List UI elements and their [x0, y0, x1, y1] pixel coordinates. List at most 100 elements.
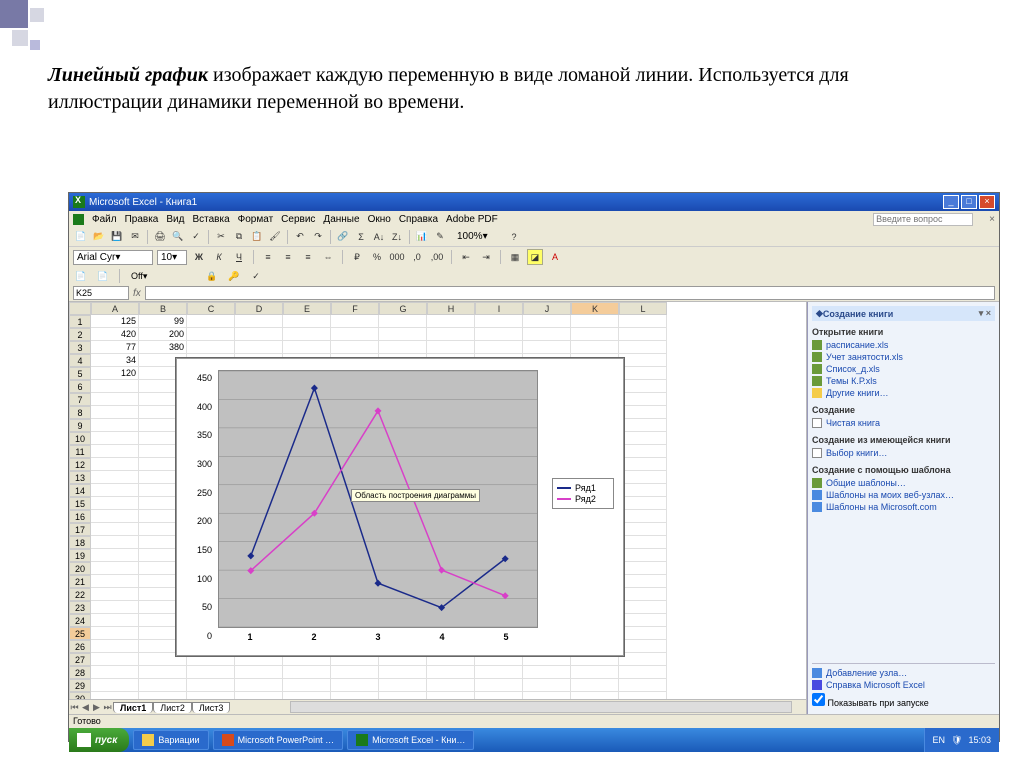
- cell-A3[interactable]: 77: [91, 341, 139, 354]
- cut-icon[interactable]: ✂: [213, 229, 229, 245]
- row-header-19[interactable]: 19: [69, 549, 91, 562]
- cell-I1[interactable]: [475, 315, 523, 328]
- cell-H29[interactable]: [427, 679, 475, 692]
- row-header-13[interactable]: 13: [69, 471, 91, 484]
- mail-icon[interactable]: ✉: [127, 229, 143, 245]
- row-header-23[interactable]: 23: [69, 601, 91, 614]
- cell-D3[interactable]: [235, 341, 283, 354]
- add-network-place[interactable]: Добавление узла…: [812, 667, 995, 679]
- preview-icon[interactable]: 🔍: [170, 229, 186, 245]
- cell-L11[interactable]: [619, 445, 667, 458]
- cell-E3[interactable]: [283, 341, 331, 354]
- cell-L15[interactable]: [619, 497, 667, 510]
- cell-L2[interactable]: [619, 328, 667, 341]
- save-icon[interactable]: 💾: [109, 229, 125, 245]
- cell-C3[interactable]: [187, 341, 235, 354]
- font-color-icon[interactable]: A: [547, 249, 563, 265]
- cell-F29[interactable]: [331, 679, 379, 692]
- cell-I29[interactable]: [475, 679, 523, 692]
- col-header-F[interactable]: F: [331, 302, 379, 315]
- cell-L10[interactable]: [619, 432, 667, 445]
- paste-icon[interactable]: 📋: [249, 229, 265, 245]
- cell-H1[interactable]: [427, 315, 475, 328]
- indent-dec-icon[interactable]: ⇤: [458, 249, 474, 265]
- row-header-11[interactable]: 11: [69, 445, 91, 458]
- menu-file[interactable]: Файл: [92, 214, 117, 225]
- dec-decimal-icon[interactable]: ,00: [429, 249, 445, 265]
- menu-format[interactable]: Формат: [238, 214, 274, 225]
- key-icon[interactable]: 🔑: [226, 268, 242, 284]
- inc-decimal-icon[interactable]: ,0: [409, 249, 425, 265]
- clock[interactable]: 15:03: [968, 735, 991, 745]
- cell-K28[interactable]: [571, 666, 619, 679]
- sheet-tab-3[interactable]: Лист3: [192, 702, 231, 713]
- align-right-icon[interactable]: ≡: [300, 249, 316, 265]
- taskbar-item-1[interactable]: Вариации: [133, 730, 208, 750]
- cell-G1[interactable]: [379, 315, 427, 328]
- cell-A24[interactable]: [91, 614, 139, 627]
- zoom-combo[interactable]: 100% ▾: [454, 231, 504, 242]
- cell-A10[interactable]: [91, 432, 139, 445]
- menu-edit[interactable]: Правка: [125, 214, 159, 225]
- cell-B3[interactable]: 380: [139, 341, 187, 354]
- chart-legend[interactable]: Ряд1 Ряд2: [552, 478, 614, 509]
- cell-K1[interactable]: [571, 315, 619, 328]
- row-header-28[interactable]: 28: [69, 666, 91, 679]
- indent-inc-icon[interactable]: ⇥: [478, 249, 494, 265]
- menu-insert[interactable]: Вставка: [192, 214, 229, 225]
- cell-I28[interactable]: [475, 666, 523, 679]
- col-header-G[interactable]: G: [379, 302, 427, 315]
- bold-button[interactable]: Ж: [191, 249, 207, 265]
- cell-A11[interactable]: [91, 445, 139, 458]
- row-header-17[interactable]: 17: [69, 523, 91, 536]
- row-header-24[interactable]: 24: [69, 614, 91, 627]
- template-websites[interactable]: Шаблоны на моих веб-узлах…: [812, 489, 995, 501]
- drawing-icon[interactable]: ✎: [432, 229, 448, 245]
- menu-tools[interactable]: Сервис: [281, 214, 315, 225]
- cell-A28[interactable]: [91, 666, 139, 679]
- cell-A22[interactable]: [91, 588, 139, 601]
- show-at-startup-checkbox[interactable]: [812, 693, 825, 706]
- excel-help[interactable]: Справка Microsoft Excel: [812, 679, 995, 691]
- row-header-20[interactable]: 20: [69, 562, 91, 575]
- system-tray[interactable]: EN 🛡 15:03: [924, 728, 999, 752]
- cell-L5[interactable]: [619, 367, 667, 380]
- cell-A16[interactable]: [91, 510, 139, 523]
- h-scrollbar[interactable]: [290, 701, 792, 713]
- stamp-icon[interactable]: ✓: [248, 268, 264, 284]
- cell-A6[interactable]: [91, 380, 139, 393]
- cell-C2[interactable]: [187, 328, 235, 341]
- row-header-1[interactable]: 1: [69, 315, 91, 328]
- row-header-29[interactable]: 29: [69, 679, 91, 692]
- row-header-21[interactable]: 21: [69, 575, 91, 588]
- align-left-icon[interactable]: ≡: [260, 249, 276, 265]
- cell-L1[interactable]: [619, 315, 667, 328]
- spreadsheet[interactable]: ABCDEFGHIJKL1125992420200377380434512067…: [69, 302, 807, 714]
- cell-A23[interactable]: [91, 601, 139, 614]
- cell-L9[interactable]: [619, 419, 667, 432]
- cell-J2[interactable]: [523, 328, 571, 341]
- cell-B28[interactable]: [139, 666, 187, 679]
- cell-F28[interactable]: [331, 666, 379, 679]
- recent-file-4[interactable]: Темы К.Р.xls: [812, 375, 995, 387]
- chart-plot-area[interactable]: Область построения диаграммы: [218, 370, 538, 628]
- fx-icon[interactable]: fx: [133, 288, 141, 299]
- cell-L21[interactable]: [619, 575, 667, 588]
- pdf-icon[interactable]: 📄: [73, 268, 89, 284]
- tab-nav-last[interactable]: ⏭: [102, 702, 113, 713]
- borders-icon[interactable]: ▦: [507, 249, 523, 265]
- cell-A17[interactable]: [91, 523, 139, 536]
- open-icon[interactable]: 📂: [91, 229, 107, 245]
- row-header-22[interactable]: 22: [69, 588, 91, 601]
- from-existing-link[interactable]: Выбор книги…: [812, 447, 995, 459]
- cell-C1[interactable]: [187, 315, 235, 328]
- row-header-27[interactable]: 27: [69, 653, 91, 666]
- row-header-15[interactable]: 15: [69, 497, 91, 510]
- cell-L20[interactable]: [619, 562, 667, 575]
- col-header-J[interactable]: J: [523, 302, 571, 315]
- cell-L6[interactable]: [619, 380, 667, 393]
- recent-file-1[interactable]: расписание.xls: [812, 339, 995, 351]
- cell-E28[interactable]: [283, 666, 331, 679]
- name-box[interactable]: [73, 286, 129, 300]
- cell-L23[interactable]: [619, 601, 667, 614]
